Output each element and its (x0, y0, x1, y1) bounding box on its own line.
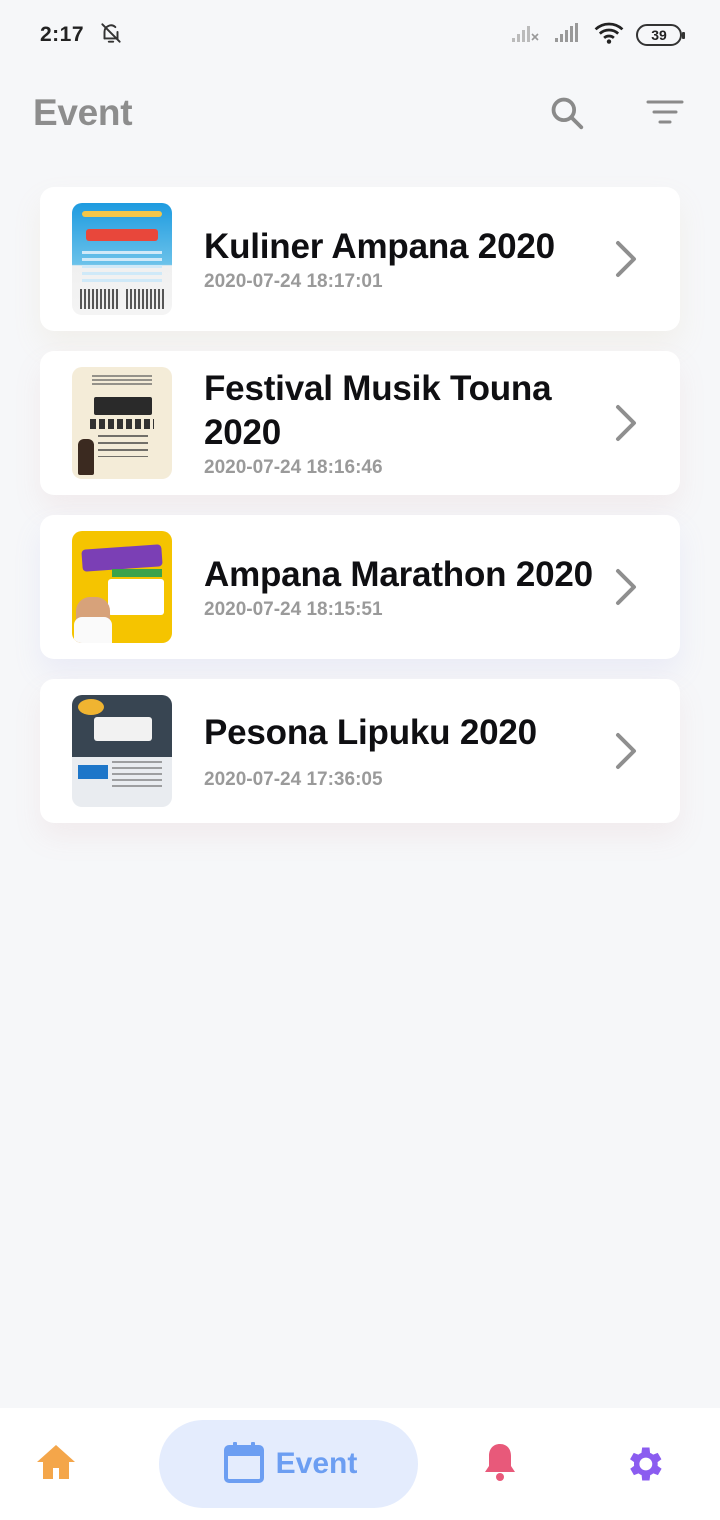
signal-x-icon (510, 22, 540, 49)
bell-icon (482, 1441, 518, 1488)
event-date: 2020-07-24 18:16:46 (204, 457, 383, 478)
nav-home[interactable] (34, 1444, 78, 1484)
calendar-icon (223, 1441, 264, 1488)
page-title: Event (33, 92, 133, 133)
signal-icon (552, 22, 582, 49)
event-date: 2020-07-24 18:17:01 (204, 271, 383, 292)
bell-off-icon (98, 20, 124, 51)
nav-event-label: Event (275, 1447, 358, 1480)
event-date: 2020-07-24 18:15:51 (204, 599, 383, 620)
event-card[interactable]: Ampana Marathon 2020 2020-07-24 18:15:51 (40, 515, 680, 659)
nav-event[interactable]: Event (159, 1420, 418, 1508)
event-title: Pesona Lipuku 2020 (204, 713, 537, 752)
event-date: 2020-07-24 17:36:05 (204, 769, 383, 790)
app-bar: Event (0, 78, 720, 148)
status-right: 39 (510, 22, 685, 49)
event-card[interactable]: Kuliner Ampana 2020 2020-07-24 18:17:01 (40, 187, 680, 331)
event-title: Festival Musik Touna 2020 (204, 369, 552, 452)
wifi-icon (594, 22, 624, 49)
search-icon[interactable] (545, 91, 589, 135)
chevron-right-icon (612, 403, 640, 443)
battery-icon: 39 (636, 24, 685, 46)
nav-notifications[interactable] (478, 1442, 522, 1486)
event-info: Kuliner Ampana 2020 2020-07-24 18:17:01 (172, 225, 612, 293)
chevron-right-icon (612, 567, 640, 607)
status-left: 2:17 (40, 20, 124, 51)
event-thumbnail (72, 367, 172, 479)
chevron-right-icon (612, 239, 640, 279)
event-list: Kuliner Ampana 2020 2020-07-24 18:17:01 … (40, 187, 680, 823)
bottom-nav: Event (0, 1408, 720, 1520)
chevron-right-icon (612, 731, 640, 771)
home-icon (35, 1443, 77, 1486)
status-time: 2:17 (40, 23, 85, 46)
event-thumbnail (72, 203, 172, 315)
app-actions (545, 91, 687, 135)
event-info: Pesona Lipuku 2020 2020-07-24 17:36:05 (172, 711, 612, 791)
event-card[interactable]: Festival Musik Touna 2020 2020-07-24 18:… (40, 351, 680, 495)
nav-settings[interactable] (620, 1442, 668, 1490)
gear-icon (622, 1442, 666, 1491)
event-title: Kuliner Ampana 2020 (204, 227, 555, 266)
event-thumbnail (72, 695, 172, 807)
event-title: Ampana Marathon 2020 (204, 555, 593, 594)
event-info: Ampana Marathon 2020 2020-07-24 18:15:51 (172, 553, 612, 621)
event-card[interactable]: Pesona Lipuku 2020 2020-07-24 17:36:05 (40, 679, 680, 823)
filter-icon[interactable] (643, 91, 687, 135)
event-info: Festival Musik Touna 2020 2020-07-24 18:… (172, 367, 612, 479)
event-thumbnail (72, 531, 172, 643)
status-bar: 2:17 39 (0, 0, 720, 70)
